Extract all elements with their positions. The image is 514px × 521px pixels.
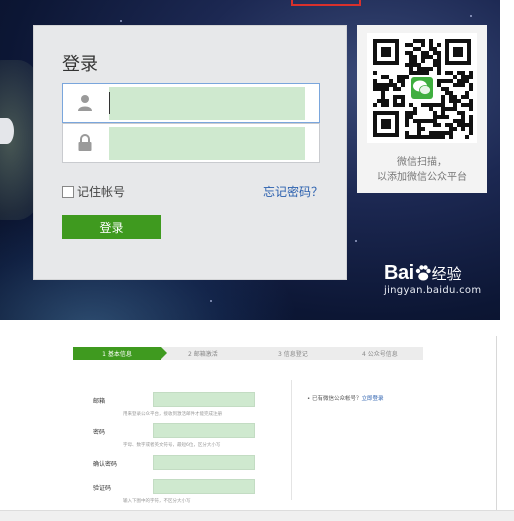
already-text: 已有微信公众帐号？	[312, 396, 362, 402]
step-email-activation: 2 邮箱激活	[188, 351, 218, 358]
password-hint: 字母、数字或者英文符号，最短6位，区分大小写	[123, 443, 221, 448]
password-value-mask	[109, 127, 305, 160]
highlight-marker	[291, 0, 361, 6]
login-button[interactable]: 登录	[62, 215, 161, 239]
step-account-info: 4 公众号信息	[362, 351, 398, 358]
register-password-field[interactable]	[153, 423, 255, 438]
remember-account[interactable]: 记住帐号	[62, 183, 125, 200]
star	[120, 20, 122, 22]
bottom-strip	[0, 510, 514, 521]
captcha-label: 验证码	[93, 485, 112, 492]
star	[210, 300, 212, 302]
login-title: 登录	[62, 54, 98, 75]
username-field[interactable]	[62, 83, 320, 123]
email-hint: 用来登录公众平台，接收到激活邮件才能完成注册	[123, 412, 222, 417]
login-now-link[interactable]: 立即登录	[362, 396, 384, 402]
star	[355, 240, 357, 242]
confirm-password-field[interactable]	[153, 455, 255, 470]
form-divider	[291, 380, 292, 500]
email-field[interactable]	[153, 392, 255, 407]
qr-caption: 微信扫描， 以添加微信公众平台	[357, 155, 487, 185]
username-value-mask	[109, 87, 305, 120]
step-basic-info: 1 基本信息	[73, 347, 167, 360]
window-border	[496, 336, 497, 511]
watermark-brand-left: Bai	[384, 262, 414, 284]
qr-caption-line-1: 微信扫描，	[397, 157, 447, 168]
remember-checkbox[interactable]	[62, 185, 74, 198]
register-form: 邮箱 用来登录公众平台，接收到激活邮件才能完成注册 密码 字母、数字或者英文符号…	[73, 366, 423, 511]
register-screenshot: 1 基本信息 2 邮箱激活 3 信息登记 4 公众号信息 邮箱 用来登录公众平台…	[0, 336, 514, 521]
password-field[interactable]	[62, 123, 320, 163]
map-pin-decoration	[0, 118, 14, 144]
password-label: 密码	[93, 429, 106, 436]
star	[470, 15, 472, 17]
user-icon	[63, 84, 107, 122]
qr-panel: 微信扫描， 以添加微信公众平台	[357, 25, 487, 193]
baidu-jingyan-watermark: Bai 经验 jingyan.baidu.com	[384, 262, 481, 296]
confirm-password-label: 确认密码	[93, 461, 118, 468]
baidu-paw-icon	[414, 264, 432, 282]
remember-label: 记住帐号	[77, 185, 126, 199]
step-progress-bar: 1 基本信息 2 邮箱激活 3 信息登记 4 公众号信息	[73, 347, 423, 360]
already-have-account: • 已有微信公众帐号？立即登录	[307, 394, 384, 402]
lock-icon	[63, 124, 107, 162]
email-label: 邮箱	[93, 398, 106, 405]
captcha-field[interactable]	[153, 479, 255, 494]
step-info-registration: 3 信息登记	[278, 351, 308, 358]
text-caret	[109, 92, 110, 114]
watermark-brand-right: 经验	[431, 265, 462, 283]
forgot-password-link[interactable]: 忘记密码？	[263, 183, 323, 200]
qr-code-icon	[367, 33, 477, 143]
watermark-url: jingyan.baidu.com	[384, 285, 482, 296]
login-panel: 登录 记住帐号 忘记密码？ 登录	[33, 25, 347, 280]
captcha-hint: 输入下图中的字符，不区分大小写	[123, 499, 191, 504]
qr-caption-line-2: 以添加微信公众平台	[377, 172, 467, 183]
login-screenshot: 登录 记住帐号 忘记密码？ 登录 微信扫描， 以添加微信公众平台 Bai 经验 …	[0, 0, 500, 320]
